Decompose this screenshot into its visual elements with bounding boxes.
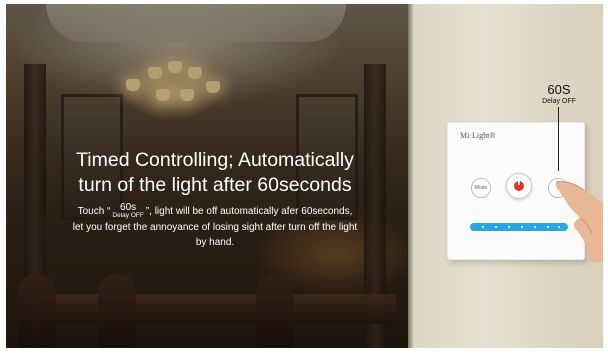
slider-dot bbox=[547, 226, 549, 228]
description-line-2: let you forget the annoyance of losing s… bbox=[72, 222, 358, 233]
hand-pointer-icon bbox=[555, 181, 603, 262]
mode-button-label: Mode bbox=[474, 185, 488, 191]
slider-dot bbox=[534, 226, 536, 228]
power-button[interactable] bbox=[506, 173, 532, 199]
headline-line-1: Timed Controlling; Automatically bbox=[76, 149, 354, 171]
product-banner: Timed Controlling; Automatically turn of… bbox=[6, 4, 603, 348]
inline-badge-value: 60s bbox=[120, 202, 137, 213]
wall-edge bbox=[408, 4, 413, 348]
headline-line-2: turn of the light after 60seconds bbox=[78, 174, 352, 196]
slider-dot bbox=[495, 226, 497, 228]
inline-badge-label: Delay OFF bbox=[112, 212, 144, 219]
description-line-3: by hand. bbox=[195, 237, 235, 248]
description-prefix: Touch “ bbox=[77, 206, 111, 217]
description-suffix: ”, light will be off automatically afer … bbox=[145, 206, 353, 217]
power-icon bbox=[514, 179, 524, 191]
callout-pointer-line bbox=[558, 107, 559, 171]
slider-dot bbox=[482, 226, 484, 228]
callout-value: 60S bbox=[547, 82, 571, 97]
delay-callout: 60S Delay OFF bbox=[534, 82, 584, 106]
panel-brand-logo: Mi·Light® bbox=[460, 131, 496, 140]
delay-off-inline-badge: 60s Delay OFF bbox=[112, 202, 144, 220]
slider-dot bbox=[508, 226, 510, 228]
callout-label: Delay OFF bbox=[542, 98, 576, 105]
headline: Timed Controlling; Automatically turn of… bbox=[50, 148, 380, 198]
mode-button[interactable]: Mode bbox=[471, 178, 491, 198]
slider-dot bbox=[521, 226, 523, 228]
description: Touch “60s Delay OFF”, light will be off … bbox=[50, 202, 380, 250]
